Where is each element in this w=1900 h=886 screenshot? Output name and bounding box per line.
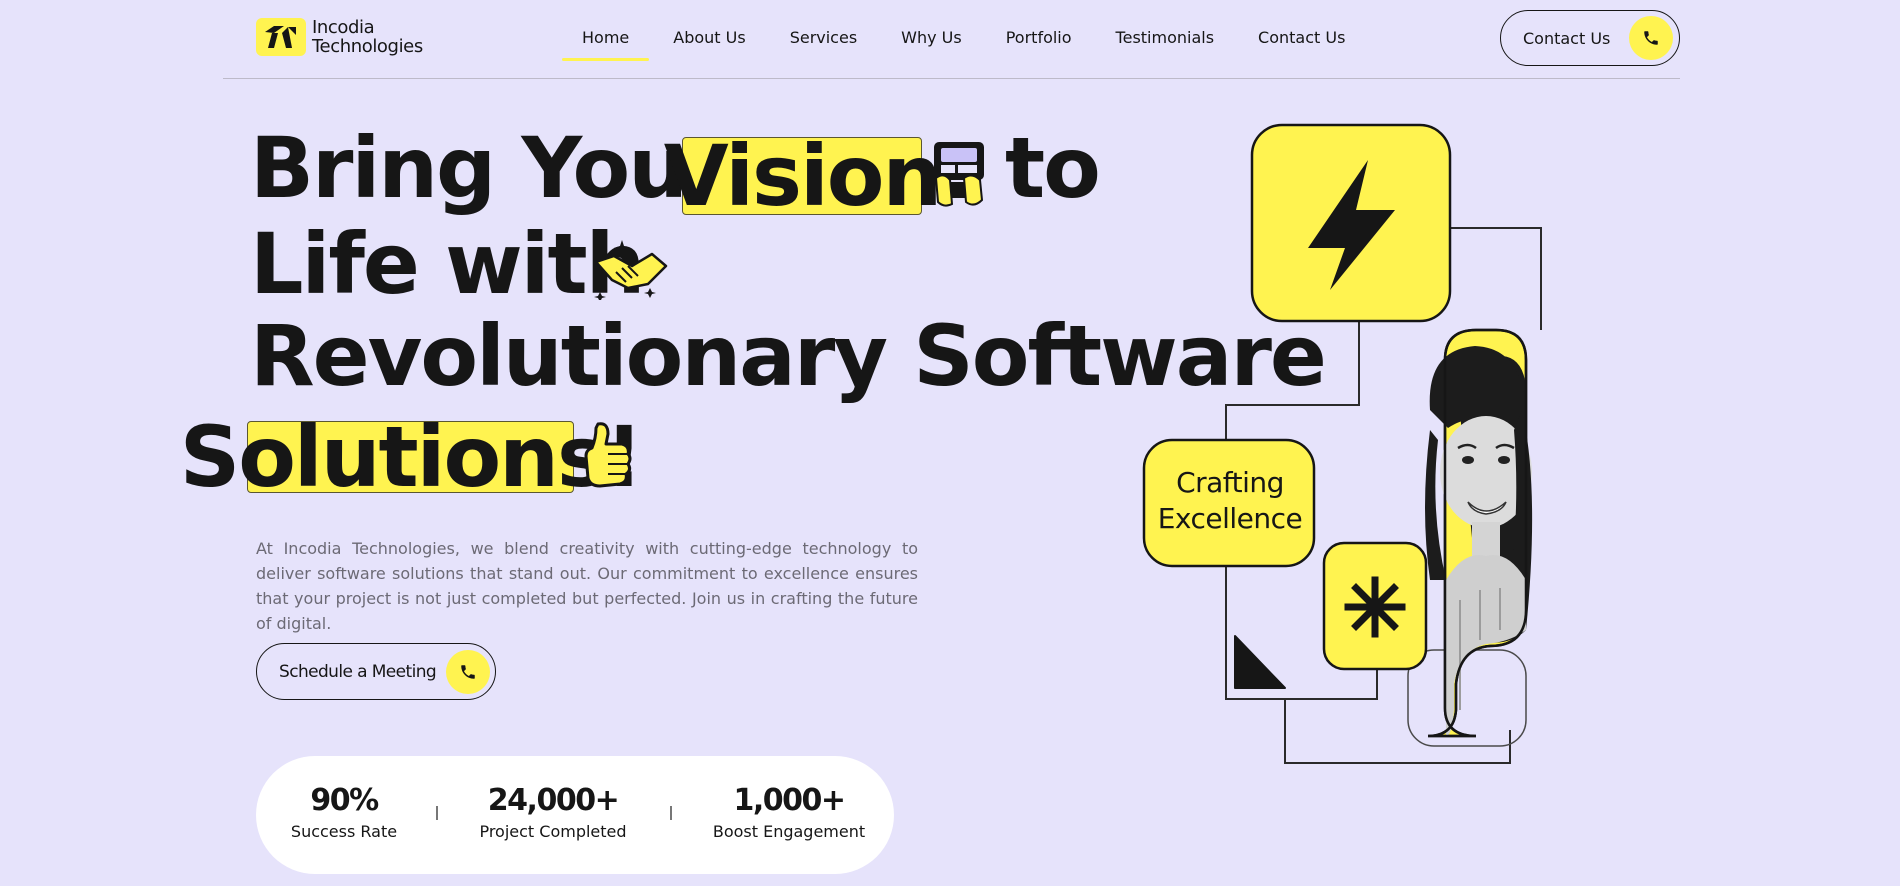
triangle-icon <box>1234 635 1286 689</box>
lightning-icon <box>1250 123 1452 323</box>
stat-value: 90% <box>310 783 379 818</box>
nav-item-services[interactable]: Services <box>768 22 879 61</box>
hero-description: At Incodia Technologies, we blend creati… <box>256 539 918 633</box>
phone-icon <box>446 649 490 694</box>
logo-mark-icon <box>256 18 306 56</box>
headline-highlight-vision: Vision <box>663 127 943 225</box>
main-nav: Home About Us Services Why Us Portfolio … <box>560 22 1367 61</box>
logo[interactable]: Incodia Technologies <box>256 18 423 56</box>
header-contact-button[interactable]: Contact Us <box>1500 10 1680 66</box>
stat-projects-completed: 24,000+ Project Completed <box>476 783 630 842</box>
schedule-meeting-label: Schedule a Meeting <box>279 661 437 682</box>
laptop-icon <box>934 142 984 207</box>
caption-line2: Excellence <box>1157 502 1303 535</box>
nav-item-why-us[interactable]: Why Us <box>879 22 984 61</box>
nav-item-testimonials[interactable]: Testimonials <box>1094 22 1237 61</box>
woman-portrait <box>1407 328 1533 747</box>
nav-item-about-us[interactable]: About Us <box>651 22 767 61</box>
stat-value: 24,000+ <box>487 783 620 818</box>
asterisk-icon <box>1322 541 1428 671</box>
stat-label: Boost Engagement <box>712 822 866 841</box>
logo-text: Incodia Technologies <box>312 18 423 56</box>
nav-item-contact-us[interactable]: Contact Us <box>1236 22 1367 61</box>
stat-divider <box>670 806 672 820</box>
stat-divider <box>436 806 438 820</box>
site-header: Incodia Technologies Home About Us Servi… <box>0 0 1900 80</box>
crafting-excellence-caption: Crafting Excellence <box>1146 440 1314 562</box>
nav-item-portfolio[interactable]: Portfolio <box>984 22 1094 61</box>
header-contact-label: Contact Us <box>1523 28 1611 48</box>
thumbs-up-icon <box>584 422 632 488</box>
headline-line2: Life with <box>250 215 645 313</box>
logo-name-line2: Technologies <box>312 36 423 57</box>
phone-icon <box>1629 16 1673 60</box>
caption-line1: Crafting <box>1176 466 1284 499</box>
headline-highlight-solutions: Solutions! <box>179 408 644 506</box>
stat-value: 1,000+ <box>733 783 846 818</box>
stat-success-rate: 90% Success Rate <box>280 783 408 842</box>
schedule-meeting-button[interactable]: Schedule a Meeting <box>256 643 496 700</box>
logo-name-line1: Incodia <box>312 17 375 38</box>
handshake-icon <box>594 240 668 300</box>
stat-label: Success Rate <box>290 822 398 841</box>
stat-label: Project Completed <box>479 822 627 841</box>
headline-line1-end: to <box>1005 119 1101 217</box>
header-divider <box>223 78 1680 79</box>
headline-line1-start: Bring Your <box>250 119 727 217</box>
stats-card: 90% Success Rate 24,000+ Project Complet… <box>256 756 894 874</box>
nav-item-home[interactable]: Home <box>560 22 651 61</box>
stat-boost-engagement: 1,000+ Boost Engagement <box>710 783 868 842</box>
